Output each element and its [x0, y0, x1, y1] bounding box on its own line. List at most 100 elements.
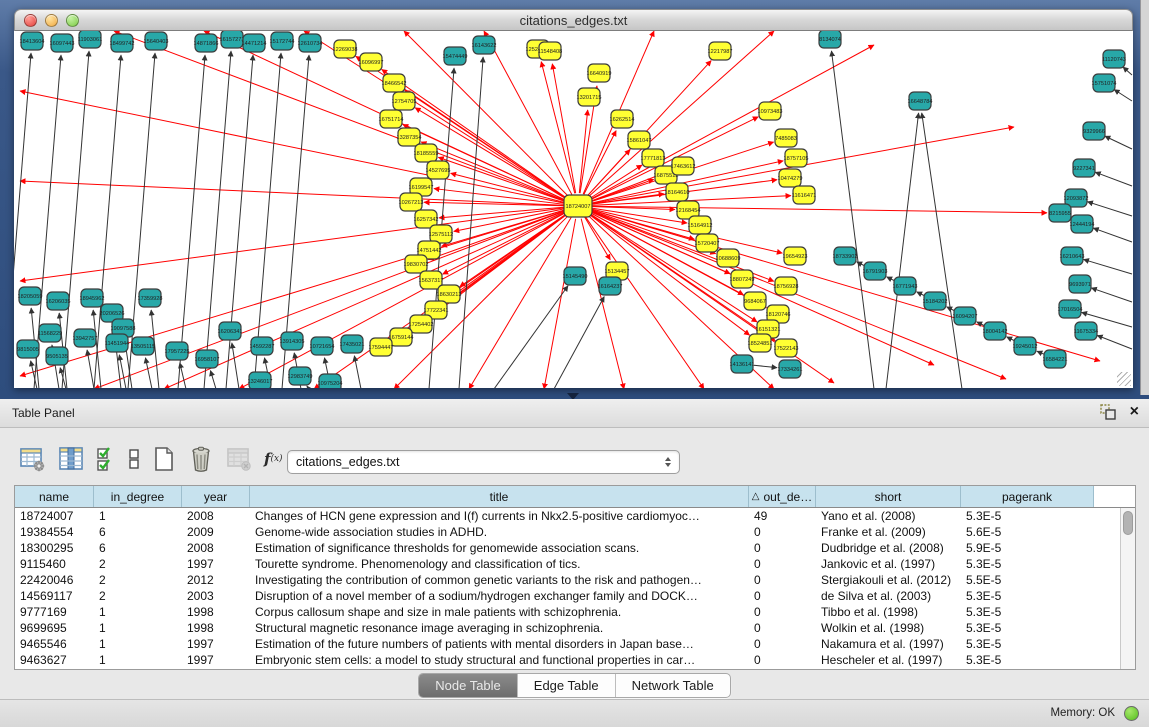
graph-node[interactable]: 11451944	[105, 334, 129, 352]
table-settings-icon[interactable]	[18, 445, 46, 473]
graph-node[interactable]: 12983749	[288, 367, 313, 385]
graph-node[interactable]: 12575112	[429, 225, 453, 243]
graph-node[interactable]: 16751714	[379, 110, 404, 128]
graph-node[interactable]: 13942757	[73, 329, 98, 347]
graph-node[interactable]: 15720407	[695, 234, 720, 252]
graph-node[interactable]: 16648784	[908, 92, 933, 110]
graph-node[interactable]: 16097443	[50, 34, 75, 52]
citation-network-graph[interactable]: 1872400712269038160969971846654212754705…	[14, 31, 1133, 388]
graph-node[interactable]: 10973483	[758, 102, 783, 120]
column-header-short[interactable]: short	[816, 486, 961, 507]
graph-node[interactable]: 11616471	[792, 186, 816, 204]
graph-node[interactable]: 17334261	[778, 360, 803, 378]
graph-node[interactable]: 17463612	[671, 157, 696, 175]
column-header-year[interactable]: year	[182, 486, 250, 507]
graph-node[interactable]: 13287354	[397, 128, 422, 146]
graph-node[interactable]: 12610734	[298, 34, 323, 52]
graph-node[interactable]: 17522143	[774, 339, 799, 357]
graph-node[interactable]: 15751074	[1092, 74, 1117, 92]
graph-node[interactable]: 17435021	[340, 335, 365, 353]
graph-node[interactable]: 10975204	[318, 374, 343, 388]
graph-node[interactable]: 7485083	[775, 129, 797, 147]
graph-node[interactable]: 16771943	[893, 277, 918, 295]
graph-node[interactable]: 10688609	[716, 249, 741, 267]
graph-node[interactable]: 18499742	[110, 34, 135, 52]
graph-node[interactable]: 16584221	[1043, 350, 1068, 368]
vertical-scrollbar[interactable]	[1120, 508, 1135, 669]
graph-node[interactable]: 9684067	[744, 292, 766, 310]
graph-node[interactable]: 18466542	[382, 74, 407, 92]
table-row[interactable]: 977716911998Corpus callosum shape and si…	[15, 604, 1135, 620]
graph-node[interactable]: 15184202	[923, 292, 948, 310]
network-view-window[interactable]: citations_edges.txt 18724007122690381609…	[14, 9, 1133, 388]
graph-node[interactable]: 15145490	[563, 267, 588, 285]
graph-node[interactable]: 9693971	[1069, 275, 1091, 293]
graph-node[interactable]: 16206035	[46, 292, 71, 310]
graph-node[interactable]: 12444194	[1070, 215, 1095, 233]
tab-network-table[interactable]: Network Table	[616, 674, 730, 697]
table-row[interactable]: 1456911722003Disruption of a novel membe…	[15, 588, 1135, 604]
table-row[interactable]: 1938455462009Genome-wide association stu…	[15, 524, 1135, 540]
graph-node[interactable]: 18004142	[983, 322, 1008, 340]
graph-node[interactable]: 15474449	[443, 47, 468, 65]
graph-node[interactable]: 12754705	[392, 92, 417, 110]
graph-node[interactable]: 17594447	[369, 338, 394, 356]
graph-node[interactable]: 16143622	[472, 36, 497, 54]
graph-node[interactable]: 13914305	[280, 332, 305, 350]
graph-node[interactable]: 10721654	[310, 337, 335, 355]
graph-node[interactable]: 10474279	[778, 169, 803, 187]
table-row[interactable]: 946362711997Embryonic stem cells: a mode…	[15, 652, 1135, 668]
table-row[interactable]: 911546021997Tourette syndrome. Phenomeno…	[15, 556, 1135, 572]
graph-node[interactable]: 16164237	[598, 277, 623, 295]
graph-node[interactable]: 14136141	[730, 355, 755, 373]
graph-node[interactable]: 18724007	[564, 195, 592, 217]
canvas-resize-grip[interactable]	[1117, 372, 1131, 386]
graph-node[interactable]: 16262514	[610, 110, 635, 128]
graph-node[interactable]: 13246017	[248, 372, 273, 388]
graph-node[interactable]: 14592287	[250, 337, 275, 355]
graph-node[interactable]: 17359928	[138, 289, 163, 307]
graph-node[interactable]: 16094207	[953, 307, 978, 325]
table-row[interactable]: 2242004622012Investigating the contribut…	[15, 572, 1135, 588]
graph-node[interactable]: 15640403	[144, 32, 169, 50]
graph-node[interactable]: 11675334	[1074, 322, 1098, 340]
table-row[interactable]: 1830029562008Estimation of significance …	[15, 540, 1135, 556]
graph-node[interactable]: 19654923	[783, 247, 808, 265]
graph-node[interactable]: 8134074	[819, 31, 841, 48]
create-table-icon[interactable]	[151, 445, 177, 473]
graph-node[interactable]: 17016504	[1058, 300, 1083, 318]
graph-node[interactable]: 11548408	[538, 42, 562, 60]
graph-node[interactable]: 14871866	[194, 34, 219, 52]
column-header-in_degree[interactable]: in_degree	[94, 486, 182, 507]
column-header-name[interactable]: name	[15, 486, 94, 507]
graph-node[interactable]: 9815005	[17, 340, 39, 358]
graph-node[interactable]: 16958107	[195, 350, 220, 368]
graph-node[interactable]: 12269038	[333, 40, 358, 58]
graph-node[interactable]: 18185559	[414, 144, 439, 162]
table-row[interactable]: 969969511998Structural magnetic resonanc…	[15, 620, 1135, 636]
graph-node[interactable]: 14527695	[426, 161, 451, 179]
column-header-out_de[interactable]: △out_de…	[749, 486, 816, 507]
table-row[interactable]: 946554611997Estimation of the future num…	[15, 636, 1135, 652]
row-height-icon[interactable]	[128, 445, 140, 473]
graph-node[interactable]: 8215955	[1049, 204, 1071, 222]
graph-node[interactable]: 15164912	[688, 216, 713, 234]
graph-node[interactable]: 19830702	[404, 255, 429, 273]
graph-node[interactable]: 18630213	[437, 285, 462, 303]
table-selector-combobox[interactable]: citations_edges.txt	[287, 450, 680, 474]
graph-node[interactable]: 18733902	[833, 247, 858, 265]
graph-node[interactable]: 13201715	[577, 88, 602, 106]
graph-node[interactable]: 18524851	[748, 334, 773, 352]
graph-node[interactable]: 17254402	[409, 315, 434, 333]
delete-entry-icon[interactable]	[188, 445, 214, 473]
column-header-title[interactable]: title	[250, 486, 749, 507]
graph-node[interactable]: 13505115	[131, 337, 155, 355]
graph-node[interactable]: 11568229	[38, 324, 62, 342]
graph-node[interactable]: 18757105	[784, 149, 809, 167]
select-rows-icon[interactable]	[96, 445, 117, 473]
graph-node[interactable]: 19245012	[1013, 337, 1038, 355]
graph-node[interactable]: 17957225	[165, 342, 190, 360]
graph-node[interactable]: 11120743	[1102, 50, 1126, 68]
tab-node-table[interactable]: Node Table	[419, 674, 518, 697]
function-builder-icon[interactable]: f(x)	[264, 450, 283, 468]
